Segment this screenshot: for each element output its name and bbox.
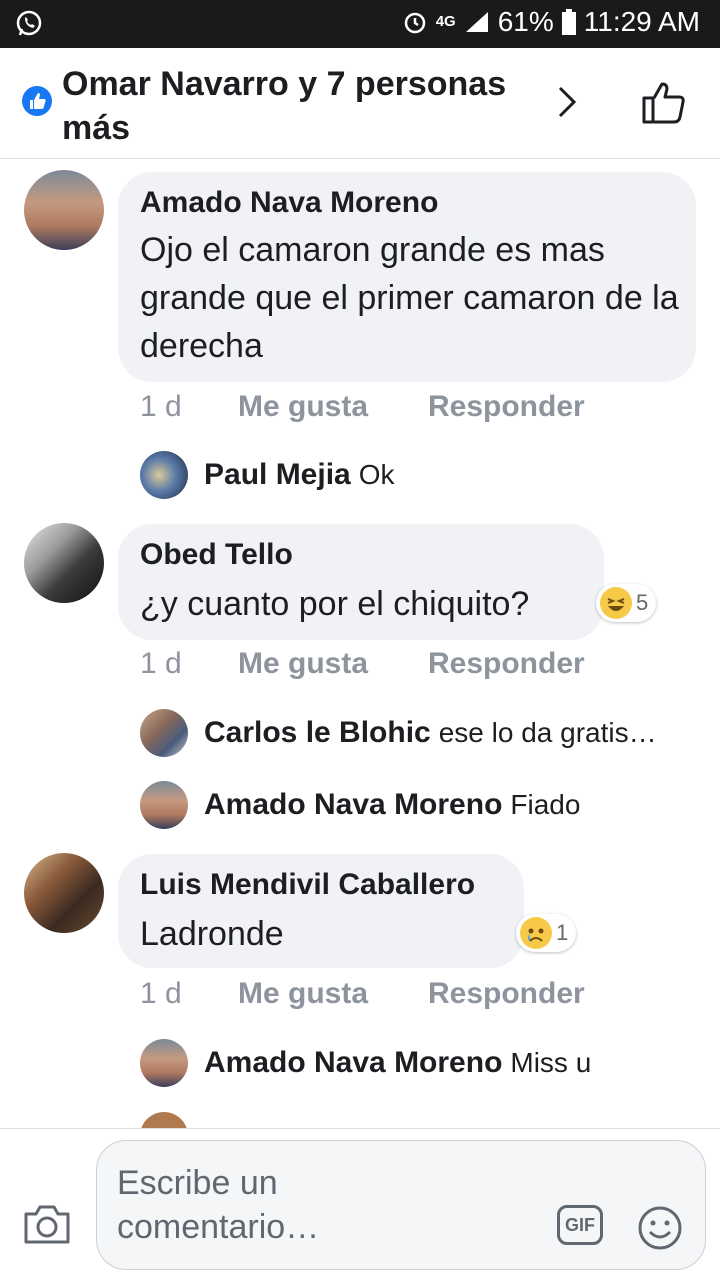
reply-text: Fiado [510, 789, 581, 820]
reply-link[interactable]: Responder [428, 977, 585, 1011]
clock: 11:29 AM [583, 6, 700, 37]
whatsapp-icon [16, 10, 42, 36]
comment-text: Ojo el camaron grande es mas grande que … [140, 231, 679, 365]
reply-item[interactable]: Paul Mejia Ok [140, 450, 395, 500]
header-title[interactable]: Omar Navarro y 7 personas más [62, 62, 542, 150]
avatar[interactable] [24, 853, 104, 933]
hidden-reply-edge [140, 1112, 188, 1128]
like-button-icon[interactable] [640, 78, 690, 128]
like-link[interactable]: Me gusta [238, 390, 368, 424]
battery-percent: 61% [497, 6, 554, 37]
reply-text: Miss u [510, 1047, 592, 1078]
reply-item[interactable]: Carlos le Blohic ese lo da gratis… [140, 708, 657, 758]
reaction-count: 5 [636, 590, 649, 615]
chevron-right-icon[interactable] [552, 82, 584, 122]
like-link[interactable]: Me gusta [238, 977, 368, 1011]
emoji-icon[interactable] [637, 1205, 683, 1251]
like-badge-icon [22, 86, 52, 116]
reply-link[interactable]: Responder [428, 647, 585, 681]
comment-author[interactable]: Amado Nava Moreno [140, 186, 438, 220]
avatar[interactable] [140, 451, 188, 499]
avatar[interactable] [140, 1039, 188, 1087]
alarm-icon [404, 12, 425, 34]
status-bar: 4G 61% 11:29 AM [0, 0, 720, 48]
comment-placeholder[interactable]: Escribe un comentario… [117, 1161, 417, 1249]
comment-input[interactable]: Escribe un comentario… GIF [96, 1140, 706, 1270]
avatar[interactable] [24, 170, 104, 250]
reply-author[interactable]: Paul Mejia [204, 458, 351, 492]
avatar[interactable] [24, 523, 104, 603]
reply-text: ese lo da gratis… [438, 717, 657, 748]
network-type: 4G [435, 13, 456, 30]
reply-author[interactable]: Amado Nava Moreno [204, 788, 502, 822]
reply-item[interactable]: Amado Nava Moreno Miss u [140, 1038, 591, 1088]
avatar[interactable] [140, 781, 188, 829]
comment-text: Ladronde [140, 915, 284, 953]
reaction-badge[interactable]: 5 [596, 584, 657, 622]
comment-author[interactable]: Obed Tello [140, 538, 293, 572]
battery-icon [561, 9, 576, 35]
sad-emoji-icon [520, 917, 552, 949]
laugh-emoji-icon [600, 587, 632, 619]
comment-author[interactable]: Luis Mendivil Caballero [140, 868, 475, 902]
reply-text: Ok [358, 459, 395, 490]
reply-item[interactable]: Amado Nava Moreno Fiado [140, 780, 580, 830]
signal-icon [465, 12, 488, 32]
comment-time: 1 d [140, 977, 182, 1010]
status-indicators: 4G 61% 11:29 AM [402, 6, 700, 38]
comment-time: 1 d [140, 647, 182, 680]
avatar[interactable] [140, 709, 188, 757]
reply-author[interactable]: Carlos le Blohic [204, 716, 431, 750]
gif-button[interactable]: GIF [557, 1205, 603, 1245]
like-link[interactable]: Me gusta [238, 647, 368, 681]
reply-author[interactable]: Amado Nava Moreno [204, 1046, 502, 1080]
reaction-badge[interactable]: 1 [516, 914, 577, 952]
comment-text: ¿y cuanto por el chiquito? [140, 585, 530, 623]
reply-link[interactable]: Responder [428, 390, 585, 424]
comment-time: 1 d [140, 390, 182, 423]
camera-icon[interactable] [22, 1202, 72, 1246]
reaction-count: 1 [556, 920, 569, 945]
